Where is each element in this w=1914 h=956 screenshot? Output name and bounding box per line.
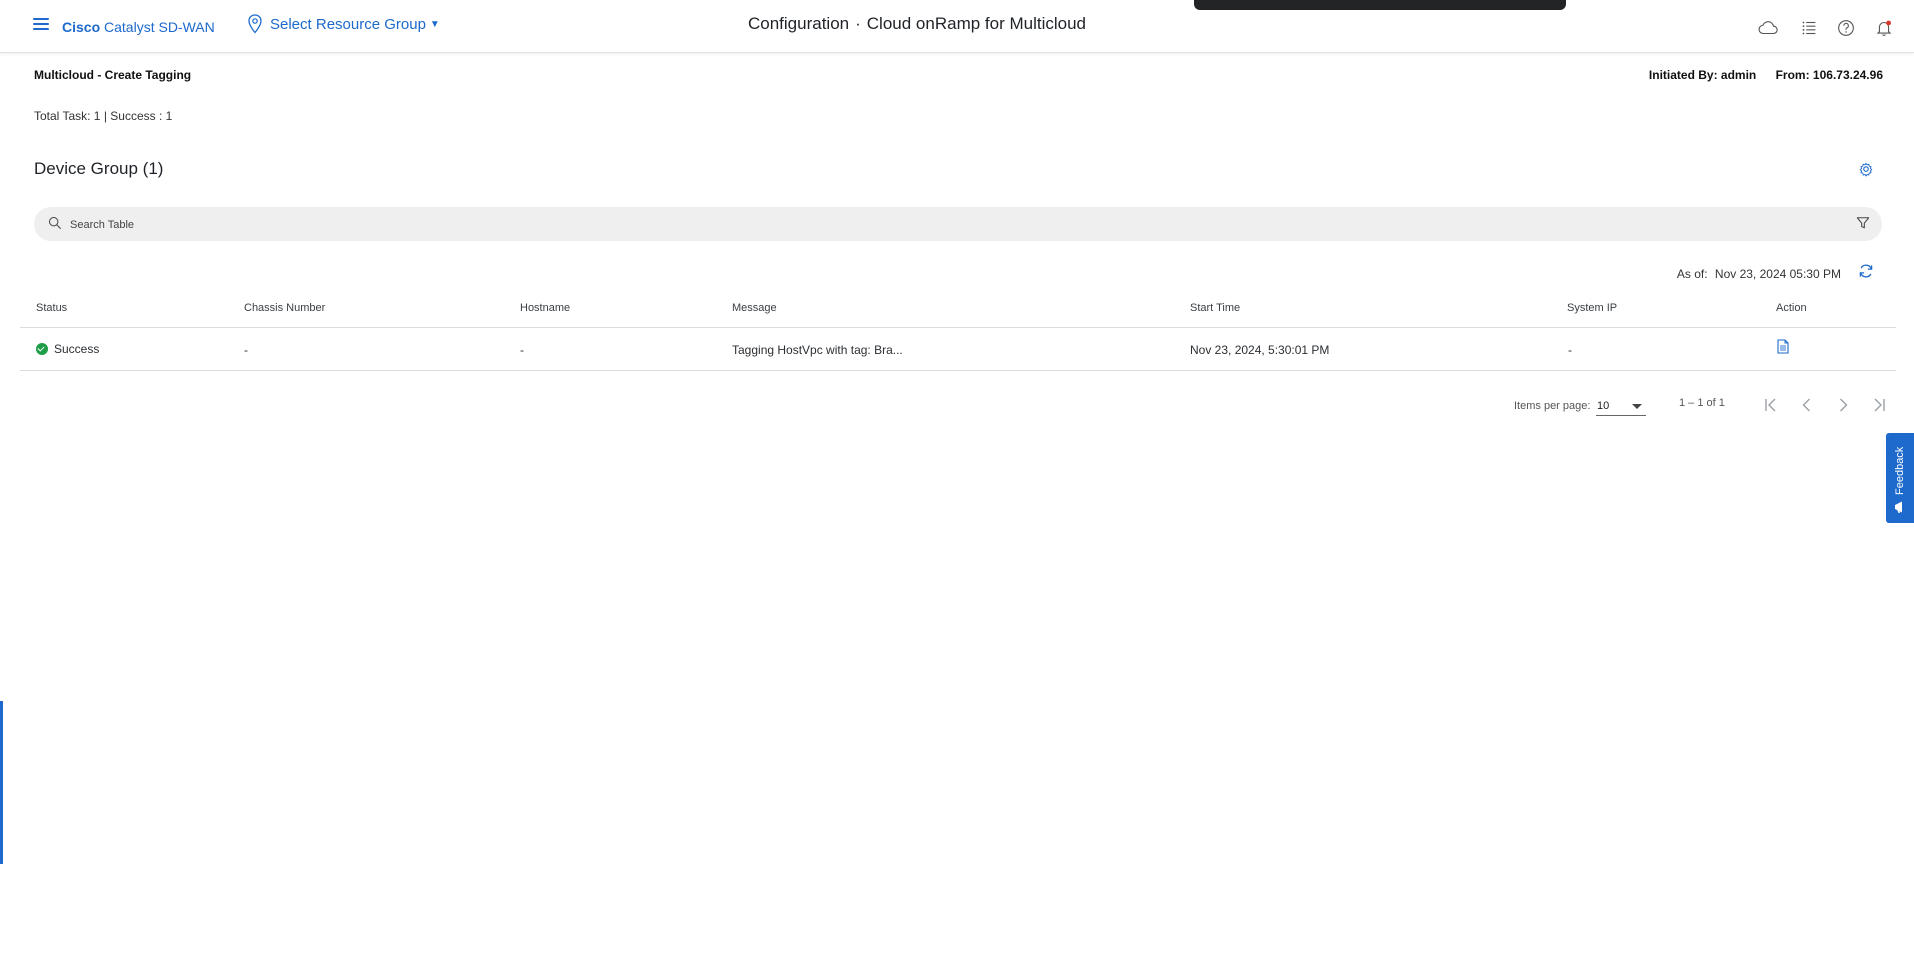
message-cell: Tagging HostVpc with tag: Bra...: [732, 343, 903, 357]
start-time-cell: Nov 23, 2024, 5:30:01 PM: [1190, 343, 1330, 357]
list-icon[interactable]: [1798, 17, 1820, 39]
top-header: Cisco Catalyst SD-WAN Select Resource Gr…: [0, 0, 1914, 53]
as-of-value: Nov 23, 2024 05:30 PM: [1714, 267, 1841, 281]
items-per-page-select[interactable]: 10: [1596, 398, 1646, 416]
page-title-section: Configuration: [747, 14, 850, 33]
pagination-range: 1 – 1 of 1: [1679, 397, 1725, 409]
filter-icon[interactable]: [1856, 216, 1870, 230]
system-ip-cell: -: [1568, 343, 1572, 357]
previous-page-icon[interactable]: [1797, 395, 1817, 415]
as-of-label: As of:: [1676, 267, 1708, 281]
next-page-icon[interactable]: [1833, 395, 1853, 415]
page-title-page: Cloud onRamp for Multicloud: [866, 14, 1086, 33]
table-search: [34, 207, 1882, 241]
table-header: Status Chassis Number Hostname Message S…: [20, 292, 1896, 328]
feedback-label: Feedback: [1894, 446, 1906, 495]
search-input[interactable]: [70, 215, 1830, 235]
column-header-status[interactable]: Status: [36, 302, 67, 314]
gear-icon[interactable]: [1857, 160, 1875, 178]
items-per-page-label: Items per page:: [1514, 400, 1591, 412]
toast-notification: [1194, 0, 1566, 10]
refresh-icon[interactable]: [1857, 262, 1875, 280]
device-group-title: Device Group (1): [34, 159, 164, 178]
table-row: Success - - Tagging HostVpc with tag: Br…: [20, 329, 1896, 371]
column-header-system-ip[interactable]: System IP: [1567, 302, 1617, 314]
title-separator: ·: [855, 14, 861, 33]
hostname-cell: -: [520, 343, 524, 357]
success-check-icon: [36, 343, 48, 355]
cloud-icon[interactable]: [1757, 17, 1779, 39]
task-totals: Total Task: 1 | Success : 1: [34, 109, 173, 123]
megaphone-icon: [1895, 501, 1902, 513]
column-header-hostname[interactable]: Hostname: [520, 302, 570, 314]
as-of-timestamp: As of: Nov 23, 2024 05:30 PM: [1677, 267, 1841, 281]
status-text: Success: [54, 342, 100, 356]
column-header-action: Action: [1776, 302, 1807, 314]
page-title: Configuration · Cloud onRamp for Multiclou…: [0, 14, 1834, 34]
help-icon[interactable]: [1835, 17, 1857, 39]
search-icon: [48, 216, 62, 230]
column-header-chassis-number[interactable]: Chassis Number: [244, 302, 325, 314]
feedback-button[interactable]: Feedback: [1886, 433, 1914, 523]
column-header-start-time[interactable]: Start Time: [1190, 302, 1240, 314]
first-page-icon[interactable]: [1761, 395, 1781, 415]
task-title: Multicloud - Create Tagging: [34, 68, 192, 82]
initiated-from: From: 106.73.24.96: [1775, 68, 1883, 82]
last-page-icon[interactable]: [1869, 395, 1889, 415]
column-header-message[interactable]: Message: [732, 302, 777, 314]
document-icon[interactable]: [1777, 339, 1789, 354]
dropdown-arrow-icon: [1632, 404, 1642, 409]
side-accent-bar: [0, 701, 3, 864]
initiated-by: Initiated By: admin: [1648, 68, 1757, 82]
items-per-page-value: 10: [1597, 400, 1610, 412]
bell-icon[interactable]: [1873, 17, 1895, 39]
chassis-number-cell: -: [244, 343, 248, 357]
task-meta: Initiated By: admin From: 106.73.24.96: [1649, 68, 1883, 82]
status-cell: Success: [36, 342, 99, 356]
